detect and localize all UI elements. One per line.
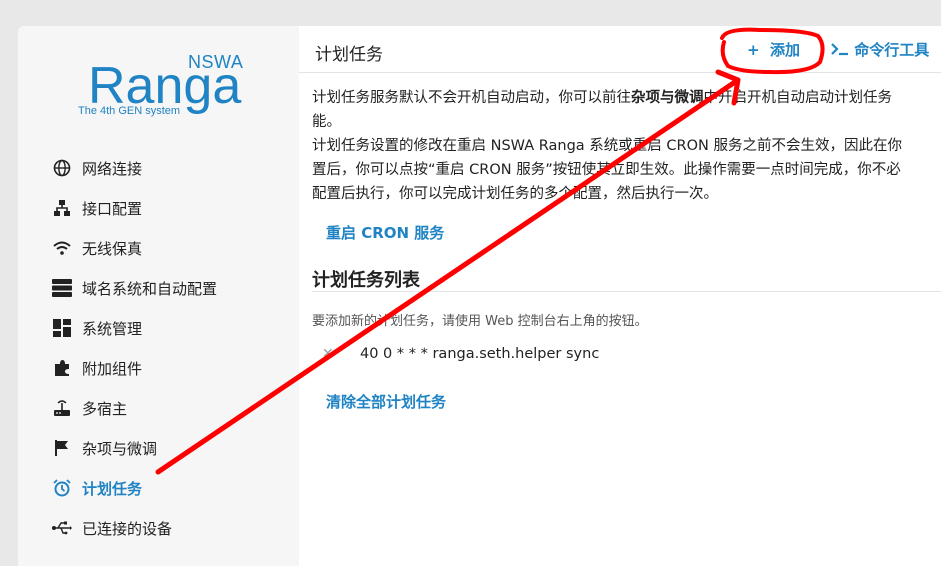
wifi-icon	[52, 238, 72, 258]
cli-label: 命令行工具	[854, 41, 930, 59]
misc-settings-link[interactable]: 杂项与微调	[631, 90, 704, 106]
description-line: 置后，你可以点按“重启 CRON 服务”按钮使其立即生效。此操作需要一点时间完成…	[312, 162, 901, 178]
description-line: 计划任务设置的修改在重启 NSWA Ranga 系统或重启 CRON 服务之前不…	[312, 138, 902, 154]
sidebar-item-label: 附加组件	[82, 359, 143, 378]
clear-all-tasks-button[interactable]: 清除全部计划任务	[326, 391, 446, 412]
task-list-title: 计划任务列表	[312, 270, 420, 291]
alarm-clock-icon	[52, 478, 72, 498]
sidebar-item-wifi[interactable]: 无线保真	[40, 228, 290, 268]
server-icon	[52, 278, 72, 298]
task-list-hint: 要添加新的计划任务，请使用 Web 控制台右上角的按钮。	[312, 314, 648, 329]
sidebar-item-system[interactable]: 系统管理	[40, 308, 290, 348]
add-button[interactable]: + 添加	[747, 39, 800, 60]
task-command: 40 0 * * * ranga.seth.helper sync	[360, 346, 600, 362]
sidebar-item-misc[interactable]: 杂项与微调	[40, 428, 290, 468]
sidebar-item-label: 网络连接	[82, 159, 143, 178]
sidebar-item-connected-devices[interactable]: 已连接的设备	[40, 508, 290, 548]
sidebar-item-label: 系统管理	[82, 319, 143, 338]
add-label: 添加	[770, 41, 801, 59]
cli-tools-button[interactable]: 命令行工具	[831, 39, 929, 60]
page-title: 计划任务	[315, 45, 383, 65]
sidebar-item-dns-dhcp[interactable]: 域名系统和自动配置	[40, 268, 290, 308]
sidebar-item-network[interactable]: 网络连接	[40, 148, 290, 188]
sidebar-item-label: 已连接的设备	[82, 519, 173, 538]
brand-tagline: The 4th GEN system	[78, 105, 181, 117]
sidebar-item-label: 多宿主	[82, 399, 128, 418]
sidebar-item-label: 接口配置	[82, 199, 143, 218]
delete-task-icon[interactable]: ✕	[322, 346, 360, 362]
task-row: ✕ 40 0 * * * ranga.seth.helper sync	[322, 346, 599, 362]
divider	[312, 291, 941, 292]
sidebar-item-label: 杂项与微调	[82, 439, 158, 458]
sidebar-nav: 网络连接 接口配置 无线保真 域名系统和自动配置 系统管理 附加组件 多宿主 杂…	[40, 148, 290, 548]
terminal-icon	[831, 41, 854, 59]
sidebar-item-label: 计划任务	[82, 479, 143, 498]
sidebar-item-multihoming[interactable]: 多宿主	[40, 388, 290, 428]
network-icon	[52, 198, 72, 218]
top-bar: 计划任务 + 添加 命令行工具	[299, 26, 941, 73]
sidebar-item-addons[interactable]: 附加组件	[40, 348, 290, 388]
brand-logo: NSWA Ranga The 4th GEN system	[78, 48, 248, 128]
description-line: 能。	[312, 114, 341, 130]
globe-icon	[52, 158, 72, 178]
sidebar-item-scheduled-tasks[interactable]: 计划任务	[40, 468, 290, 508]
router-icon	[52, 398, 72, 418]
sidebar-item-label: 无线保真	[82, 239, 143, 258]
description-line: 配置后执行，你可以完成计划任务的多个配置，然后执行一次。	[312, 186, 718, 202]
description-block: 计划任务服务默认不会开机自动启动，你可以前往杂项与微调中开启开机自动启动计划任务…	[312, 86, 941, 206]
sidebar-item-interfaces[interactable]: 接口配置	[40, 188, 290, 228]
flag-icon	[52, 438, 72, 458]
puzzle-icon	[52, 358, 72, 378]
dashboard-icon	[52, 318, 72, 338]
restart-cron-button[interactable]: 重启 CRON 服务	[326, 222, 444, 243]
plus-icon: +	[747, 41, 760, 59]
description-line: 计划任务服务默认不会开机自动启动，你可以前往杂项与微调中开启开机自动启动计划任务	[312, 90, 892, 106]
usb-icon	[52, 518, 72, 538]
sidebar-item-label: 域名系统和自动配置	[82, 279, 218, 298]
